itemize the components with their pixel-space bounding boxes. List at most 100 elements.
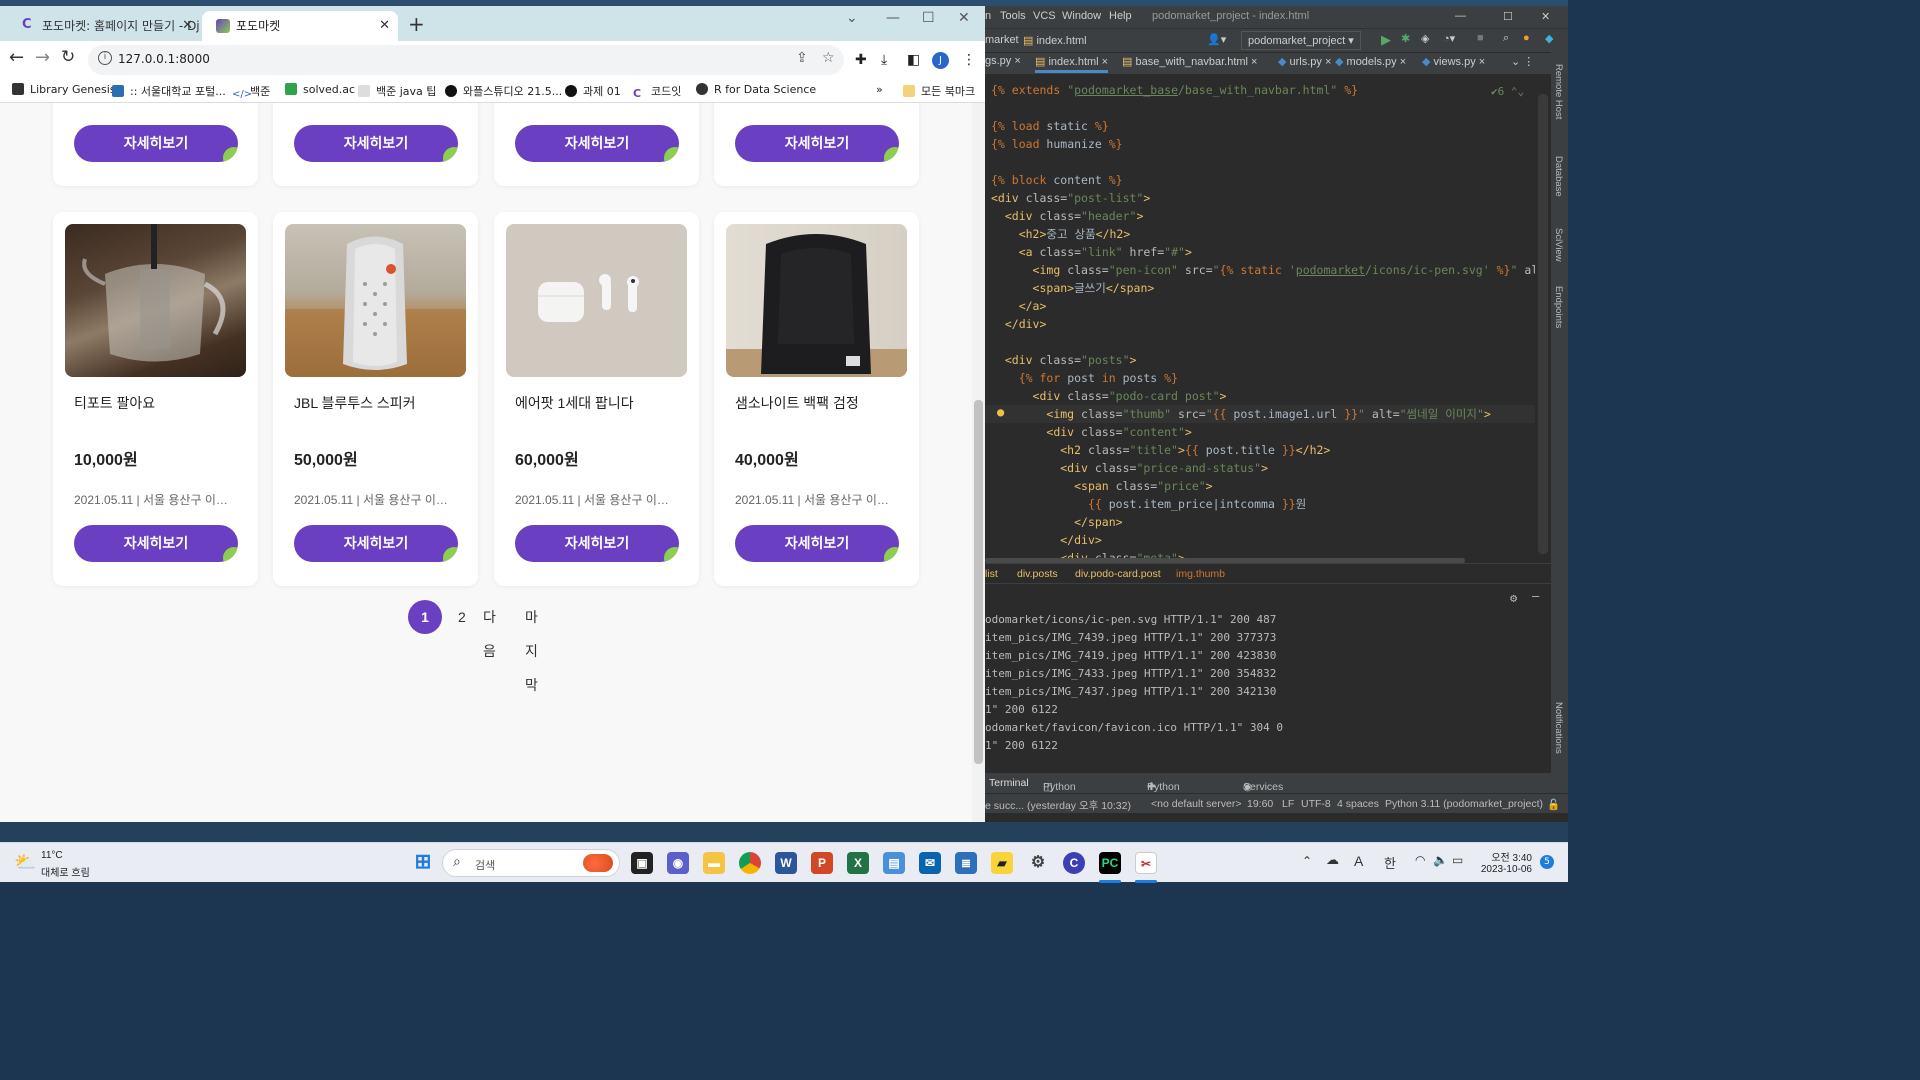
menu-window[interactable]: Window (1062, 10, 1101, 22)
weather-desc[interactable]: 대체로 흐림 (41, 864, 90, 879)
share-icon[interactable]: ⇪ (796, 50, 808, 66)
speaker-photo[interactable] (285, 224, 466, 377)
tab-models-py[interactable]: ◆ models.py × (1335, 55, 1406, 68)
ime-mode[interactable]: A (1354, 853, 1363, 869)
pycharm-icon[interactable]: PC (1099, 852, 1121, 874)
intention-bulb-icon[interactable]: ● (997, 405, 1004, 419)
detail-button[interactable]: 자세히보기 (294, 125, 458, 162)
database-tab[interactable]: Database (1553, 156, 1564, 197)
address-bar[interactable]: i 127.0.0.1:8000 ⇪ ☆ (88, 45, 844, 75)
bookmarks-overflow[interactable]: » (876, 83, 883, 96)
tabs-overflow-icon[interactable]: ⌄ ⋮ (1511, 55, 1534, 68)
tab-search-icon[interactable]: ⌄ (846, 10, 858, 26)
menu-item[interactable]: n (985, 10, 991, 22)
endpoints-tab[interactable]: Endpoints (1553, 286, 1564, 328)
bookmark-item[interactable]: R for Data Science (696, 83, 816, 96)
detail-button[interactable]: 자세히보기 (515, 125, 679, 162)
detail-button[interactable]: 자세히보기 (735, 525, 899, 562)
settings-gear-icon[interactable]: ⚙ (1027, 852, 1049, 874)
close-tab-icon[interactable]: ✕ (379, 11, 390, 41)
menu-tools[interactable]: Tools (1000, 10, 1026, 22)
clock-date[interactable]: 2023-10-06 (1480, 864, 1532, 875)
excel-icon[interactable]: X (847, 852, 869, 874)
indent-setting[interactable]: 4 spaces (1337, 798, 1379, 810)
close-window-icon[interactable]: ✕ (1541, 10, 1550, 23)
bookmark-item[interactable]: C 코드잇 (633, 83, 681, 100)
close-tab-icon[interactable]: × (1102, 56, 1108, 68)
breadcrumb-item[interactable]: div.podo-card.post (1075, 568, 1161, 580)
chrome-icon[interactable] (739, 852, 761, 874)
close-tab-icon[interactable]: × (1479, 56, 1485, 68)
menu-help[interactable]: Help (1109, 10, 1132, 22)
next-page-link[interactable]: 다음 (483, 600, 496, 668)
stop-icon[interactable]: ■ (1477, 32, 1484, 44)
search-icon[interactable]: ⌕ (1503, 32, 1509, 45)
forward-icon[interactable]: → (35, 47, 50, 68)
page-scrollbar[interactable] (972, 103, 985, 822)
detail-button[interactable]: 자세히보기 (515, 525, 679, 562)
mail-icon[interactable]: ✉ (919, 852, 941, 874)
download-icon[interactable]: ⤓ (881, 52, 887, 68)
line-separator[interactable]: LF (1282, 798, 1294, 810)
battery-icon[interactable]: ▭ (1452, 853, 1463, 867)
run-icon[interactable]: ▶ (1381, 32, 1391, 48)
bookmark-item[interactable]: </>백준 (232, 83, 270, 101)
tab-podomarket-tutorial[interactable]: C 포도마켓: 홈페이지 만들기 - Dj ✕ (8, 11, 201, 41)
tab-podomarket[interactable]: 포도마켓 ✕ (202, 11, 398, 41)
back-icon[interactable]: ← (9, 47, 24, 68)
site-info-icon[interactable]: i (98, 51, 112, 65)
scrollbar-thumb[interactable] (1538, 94, 1548, 554)
coverage-icon[interactable]: ◈ (1421, 32, 1429, 45)
code-editor[interactable]: ✔6 ⌃⌄ {% extends "podomarket_base/base_w… (985, 74, 1535, 562)
detail-button[interactable]: 자세히보기 (74, 525, 238, 562)
file-encoding[interactable]: UTF-8 (1301, 798, 1331, 810)
interpreter[interactable]: Python 3.11 (podomarket_project) (1385, 798, 1543, 810)
lock-icon[interactable]: 🔓 (1547, 798, 1560, 811)
last-page-link[interactable]: 마지막 (525, 600, 538, 702)
breadcrumb-item[interactable]: img.thumb (1176, 568, 1225, 580)
weather-temp[interactable]: 11°C (41, 850, 63, 861)
close-tab-icon[interactable]: ✕ (182, 11, 193, 41)
all-bookmarks[interactable]: 모든 북마크 (903, 83, 975, 99)
editor-scrollbar[interactable] (1535, 74, 1551, 562)
tab-urls-py[interactable]: ◆ urls.py × (1278, 55, 1331, 68)
page-1-link[interactable]: 1 (408, 600, 442, 634)
problems-indicator[interactable]: ✔6 ⌃⌄ (1491, 85, 1524, 98)
teams-chat-icon[interactable]: ◉ (667, 852, 689, 874)
word-icon[interactable]: W (775, 852, 797, 874)
new-tab-icon[interactable]: + (408, 12, 425, 36)
breadcrumb-item[interactable]: div.posts (1017, 568, 1058, 580)
clock-time[interactable]: 오전 3:40 (1480, 849, 1532, 864)
sticky-notes-icon[interactable]: ▰ (991, 852, 1013, 874)
side-panel-icon[interactable]: ◧ (907, 52, 920, 68)
cursor-position[interactable]: 19:60 (1247, 798, 1273, 810)
close-tab-icon[interactable]: × (1014, 55, 1020, 67)
scrollbar-thumb[interactable] (974, 400, 983, 764)
menu-icon[interactable]: ⋮ (962, 52, 976, 68)
tab-views-py[interactable]: ◆ views.py × (1422, 55, 1485, 68)
onedrive-cloud-icon[interactable]: ☁ (1326, 853, 1339, 868)
bookmark-item[interactable]: 와플스튜디오 21.5... (445, 83, 562, 99)
weather-cloud-icon[interactable]: ⛅ (14, 852, 36, 873)
page-2-link[interactable]: 2 (458, 600, 466, 634)
minimize-icon[interactable]: — (886, 10, 900, 26)
tab-index-html[interactable]: ▤ index.html × (1035, 55, 1109, 73)
file-explorer-icon[interactable]: ▬ (703, 852, 725, 874)
bookmark-item[interactable]: :: 서울대학교 포털... (112, 83, 226, 99)
maximize-icon[interactable]: ☐ (922, 10, 935, 26)
notification-badge[interactable]: 5 (1540, 855, 1554, 869)
tab-base-with-navbar[interactable]: ▤ base_with_navbar.html × (1122, 55, 1257, 68)
reload-icon[interactable]: ↻ (61, 47, 75, 67)
task-view-icon[interactable]: ▣ (631, 852, 653, 874)
run-config-dropdown[interactable]: podomarket_project ▾ (1241, 31, 1361, 50)
jetbrains-icon[interactable]: ◆ (1545, 32, 1553, 45)
sciview-tab[interactable]: SciView (1553, 228, 1564, 262)
snipping-tool-icon[interactable]: ✂ (1135, 852, 1157, 874)
bookmark-star-icon[interactable]: ☆ (822, 50, 835, 66)
ime-korean[interactable]: 한 (1384, 853, 1396, 872)
gear-icon[interactable]: ⚙ (1510, 591, 1517, 605)
detail-button[interactable]: 자세히보기 (294, 525, 458, 562)
remote-host-tab[interactable]: Remote Host (1553, 64, 1564, 119)
notifications-tab[interactable]: Notifications (1553, 702, 1564, 754)
backpack-photo[interactable] (726, 224, 907, 377)
